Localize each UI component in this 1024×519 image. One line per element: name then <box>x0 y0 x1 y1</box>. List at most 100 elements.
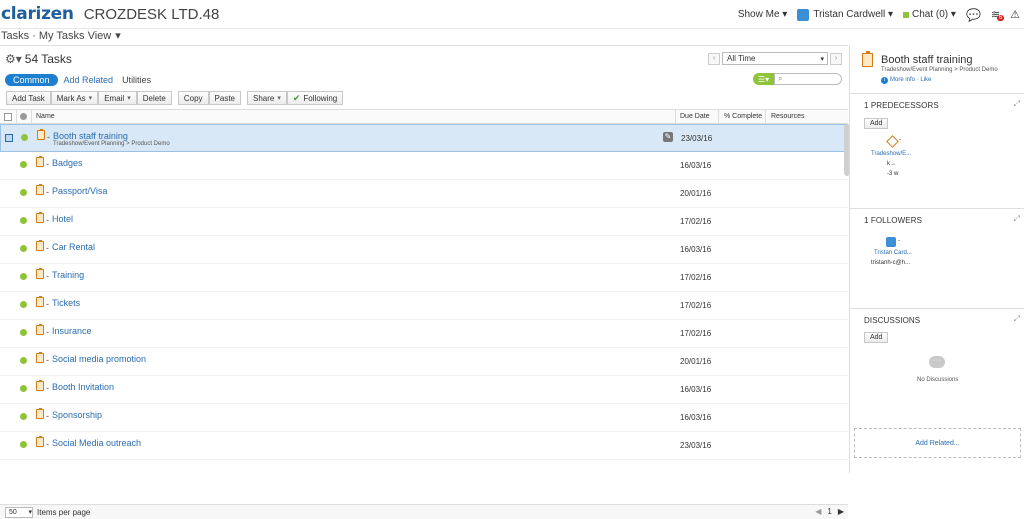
dash: - <box>46 271 49 281</box>
expand-icon[interactable]: ⤢ <box>1014 314 1020 324</box>
task-name-link[interactable]: Social media promotion <box>52 354 146 364</box>
task-name-link[interactable]: Car Rental <box>52 242 95 252</box>
task-name-link[interactable]: Insurance <box>52 326 92 336</box>
status-column-icon <box>20 113 27 120</box>
discussion-bubble-icon: ··· <box>929 356 945 368</box>
next-period-button[interactable]: › <box>830 52 842 65</box>
filter-search: ☰▾ ⌕ <box>753 73 842 85</box>
column-resources[interactable]: Resources <box>771 113 804 120</box>
table-row[interactable]: - Car Rental 16/03/16 <box>0 236 848 264</box>
status-dot-icon <box>20 161 27 168</box>
avatar <box>886 237 896 247</box>
tab-add-related[interactable]: Add Related <box>64 75 114 85</box>
items-per-page-select[interactable]: 50 ▾ <box>5 506 33 518</box>
clarizen-logo[interactable]: clarizen <box>1 4 74 24</box>
status-dot-icon <box>20 245 27 252</box>
table-row[interactable]: - Insurance 17/02/16 <box>0 320 848 348</box>
add-predecessor-button[interactable]: Add <box>864 118 889 129</box>
table-row[interactable]: - Social Media outreach 23/03/16 <box>0 432 848 460</box>
view-title[interactable]: Tasks · My Tasks View ▾ <box>0 29 848 45</box>
task-name-link[interactable]: Hotel <box>52 214 73 224</box>
paste-button[interactable]: Paste <box>208 91 241 105</box>
table-row[interactable]: - Social media promotion 20/01/16 <box>0 348 848 376</box>
row-checkbox[interactable] <box>5 134 13 142</box>
task-name-link[interactable]: Social Media outreach <box>52 438 141 448</box>
expand-icon[interactable]: ⤢ <box>1014 214 1020 224</box>
task-list-area: ⚙▾ 54 Tasks Common Add Related Utilities… <box>0 45 850 519</box>
user-menu[interactable]: Tristan Cardwell ▾ <box>797 8 893 21</box>
predecessor-lag: -3 w <box>887 171 899 177</box>
panel-links: i More info · Like <box>881 77 931 84</box>
predecessor-relation: k→ <box>887 161 896 167</box>
edit-icon[interactable]: ✎ <box>663 132 673 142</box>
more-info-link[interactable]: More info <box>890 77 915 83</box>
task-path: Tradeshow/Event Planning > Product Demo <box>53 141 170 147</box>
chat-menu[interactable]: Chat (0) ▾ <box>903 9 956 20</box>
prev-period-button[interactable]: ‹ <box>708 52 720 65</box>
delete-button[interactable]: Delete <box>136 91 172 105</box>
time-select[interactable]: All Time ▾ <box>722 52 828 65</box>
task-icon <box>36 380 44 391</box>
add-task-button[interactable]: Add Task <box>6 91 51 105</box>
mark-as-button[interactable]: Mark As ▾ <box>50 91 99 105</box>
due-date: 16/03/16 <box>680 413 712 422</box>
table-row[interactable]: - Booth staff training Tradeshow/Event Pla… <box>0 124 848 152</box>
dash: - <box>46 299 49 309</box>
task-name-link[interactable]: Sponsorship <box>52 410 102 420</box>
add-task-label: Add Task <box>12 93 45 103</box>
task-name-link[interactable]: Training <box>52 270 84 280</box>
add-discussion-button[interactable]: Add <box>864 332 889 343</box>
table-row[interactable]: - Booth Invitation 16/03/16 <box>0 376 848 404</box>
due-date: 20/01/16 <box>680 189 712 198</box>
add-related-button[interactable]: Add Related... <box>854 428 1021 458</box>
task-name-link[interactable]: Booth staff training <box>53 131 128 141</box>
avatar <box>797 8 810 21</box>
table-row[interactable]: - Sponsorship 16/03/16 <box>0 404 848 432</box>
share-button[interactable]: Share ▾ <box>247 91 287 105</box>
select-all-checkbox[interactable] <box>4 113 12 121</box>
gear-icon[interactable]: ⚙▾ <box>5 52 22 66</box>
copy-button[interactable]: Copy <box>177 91 209 105</box>
dash: - <box>46 439 49 449</box>
chat-bubble-icon[interactable]: 💬 <box>966 8 981 22</box>
table-row[interactable]: - Tickets 17/02/16 <box>0 292 848 320</box>
column-name[interactable]: Name <box>36 113 55 120</box>
task-name-link[interactable]: Tickets <box>52 298 80 308</box>
task-name-link[interactable]: Booth Invitation <box>52 382 114 392</box>
warning-icon[interactable]: ⚠ <box>1010 8 1020 21</box>
table-row[interactable]: - Hotel 17/02/16 <box>0 208 848 236</box>
table-row[interactable]: - Passport/Visa 20/01/16 <box>0 180 848 208</box>
notifications-icon[interactable]: ≋ 6 <box>991 8 1005 21</box>
column-due-date[interactable]: Due Date <box>680 113 710 120</box>
check-icon: ✔ <box>292 92 301 103</box>
like-link[interactable]: Like <box>920 77 931 83</box>
details-panel: Booth staff training Tradeshow/Event Pla… <box>849 45 1024 473</box>
due-date: 17/02/16 <box>680 217 712 226</box>
prev-page-icon[interactable]: ◀ <box>815 507 821 516</box>
due-date: 23/03/16 <box>681 134 713 143</box>
task-name-link[interactable]: Badges <box>52 158 83 168</box>
following-button[interactable]: ✔ Following <box>286 91 344 105</box>
table-row[interactable]: - Training 17/02/16 <box>0 264 848 292</box>
next-page-icon[interactable]: ▶ <box>838 507 844 516</box>
predecessor-link[interactable]: Tradeshow/E... <box>871 151 911 157</box>
tab-common[interactable]: Common <box>5 74 58 86</box>
table-row[interactable]: - Badges 16/03/16 <box>0 152 848 180</box>
search-input[interactable]: ⌕ <box>774 73 842 85</box>
follower-name[interactable]: Tristan Card... <box>874 250 912 256</box>
table-footer: 50 ▾ Items per page ◀ 1 ▶ <box>0 504 848 519</box>
expand-icon[interactable]: ⤢ <box>1014 99 1020 109</box>
view-title-label: Tasks · My Tasks View <box>1 30 112 42</box>
status-dot-icon <box>20 413 27 420</box>
copy-label: Copy <box>183 93 203 103</box>
column-percent-complete[interactable]: % Complete <box>724 113 762 120</box>
table-header: Name Due Date % Complete Resources <box>0 109 848 124</box>
filter-icon[interactable]: ☰▾ <box>753 73 774 85</box>
tab-utilities[interactable]: Utilities <box>122 75 151 85</box>
show-me-menu[interactable]: Show Me ▾ <box>738 9 788 20</box>
task-icon <box>36 436 44 447</box>
tasks-count: 54 Tasks <box>24 52 72 66</box>
email-button[interactable]: Email ▾ <box>98 91 137 105</box>
dash: - <box>898 238 900 244</box>
task-name-link[interactable]: Passport/Visa <box>52 186 107 196</box>
